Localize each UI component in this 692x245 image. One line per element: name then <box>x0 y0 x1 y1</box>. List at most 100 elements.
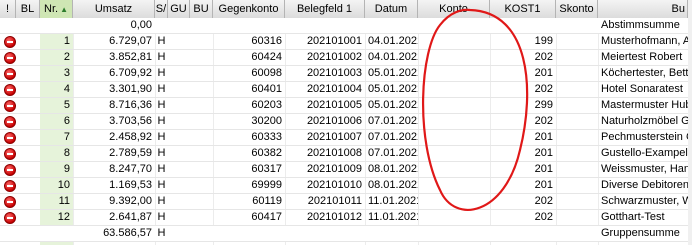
buchungstext-cell: Diverse Debitoren <box>601 179 688 191</box>
error-stop-icon[interactable] <box>4 196 16 208</box>
col-header-datum[interactable]: Datum <box>365 0 418 18</box>
gegenkonto-cell: 60317 <box>251 163 282 175</box>
nr-cell: 7 <box>63 131 70 143</box>
umsatz-cell: 6.709,92 <box>109 67 152 79</box>
error-stop-icon[interactable] <box>4 164 16 176</box>
datum-cell: 07.01.2021 <box>368 147 418 159</box>
soll-haben-cell: H <box>157 195 166 207</box>
gegenkonto-cell: 69999 <box>251 179 282 191</box>
buchungstext-cell: Mastermuster Hubert <box>601 99 688 111</box>
kost1-cell: 201 <box>534 131 553 143</box>
kost1-cell: 202 <box>534 211 553 223</box>
table-row[interactable]: 10 1.169,53 H 69999 202101010 08.01.2021 201 Di… <box>0 178 692 194</box>
col-header-gu[interactable]: GU <box>168 0 190 18</box>
datum-cell: 05.01.2021 <box>368 67 418 79</box>
kost1-cell: 201 <box>534 179 553 191</box>
table-row[interactable]: 6 3.703,56 H 30200 202101006 07.01.2021 202 Nat… <box>0 114 692 130</box>
error-stop-icon[interactable] <box>4 180 16 192</box>
datum-cell: 08.01.2021 <box>368 163 418 175</box>
error-stop-icon[interactable] <box>4 132 16 144</box>
nr-cell: 10 <box>57 179 70 191</box>
belegfeld1-cell: 202101010 <box>306 179 362 191</box>
vertical-scrollbar[interactable] <box>688 0 692 245</box>
col-header-bl[interactable]: BL <box>16 0 40 18</box>
table-row[interactable]: 4 3.301,90 H 60401 202101004 05.01.2021 202 Hot… <box>0 82 692 98</box>
gegenkonto-cell: 60203 <box>251 99 282 111</box>
sort-ascending-icon: ▲ <box>60 5 68 14</box>
buchungstext-cell: Meiertest Robert <box>601 51 683 63</box>
error-stop-icon[interactable] <box>4 52 16 64</box>
umsatz-cell: 8.247,70 <box>109 163 152 175</box>
belegfeld1-cell: 202101004 <box>306 83 362 95</box>
umsatz-cell: 0,00 <box>130 19 152 31</box>
gegenkonto-cell: 60424 <box>251 51 282 63</box>
soll-haben-cell: H <box>157 115 166 127</box>
table-row[interactable]: 8 2.789,59 H 60382 202101008 07.01.2021 201 Gus… <box>0 146 692 162</box>
col-header-nr[interactable]: Nr. ▲ <box>40 0 73 18</box>
error-stop-icon[interactable] <box>4 84 16 96</box>
table-row[interactable]: 3 6.709,92 H 60098 202101003 05.01.2021 201 Köc… <box>0 66 692 82</box>
error-stop-icon[interactable] <box>4 116 16 128</box>
buchungstext-cell: Weissmuster, Hans <box>601 163 688 175</box>
belegfeld1-cell: 202101002 <box>306 51 362 63</box>
belegfeld1-cell: 202101007 <box>306 131 362 143</box>
kost1-cell: 299 <box>534 99 553 111</box>
soll-haben-cell: H <box>157 179 166 191</box>
soll-haben-cell: H <box>157 147 166 159</box>
gegenkonto-cell: 30200 <box>251 115 282 127</box>
umsatz-cell: 3.301,90 <box>109 83 152 95</box>
col-header-skonto[interactable]: Skonto <box>556 0 598 18</box>
col-header-soll-haben[interactable]: S/ <box>155 0 168 18</box>
datum-cell: 05.01.2021 <box>368 99 418 111</box>
umsatz-cell: 63.586,57 <box>103 227 152 239</box>
datum-cell: 11.01.2021 <box>368 195 418 207</box>
nr-cell: 8 <box>63 147 70 159</box>
table-row[interactable]: 7 2.458,92 H 60333 202101007 07.01.2021 201 Pec… <box>0 130 692 146</box>
umsatz-cell: 3.703,56 <box>109 115 152 127</box>
summary-row-abstimmsumme[interactable]: 0,00 Abstimmsumme <box>0 18 692 34</box>
umsatz-cell: 6.729,07 <box>109 35 152 47</box>
gegenkonto-cell: 60401 <box>251 83 282 95</box>
col-header-gegenkonto[interactable]: Gegenkonto <box>213 0 285 18</box>
umsatz-cell: 8.716,36 <box>109 99 152 111</box>
table-row[interactable]: 12 2.641,87 H 60417 202101012 11.01.2021 202 Go… <box>0 210 692 226</box>
belegfeld1-cell: 202101011 <box>307 195 362 207</box>
table-row[interactable]: 2 3.852,81 H 60424 202101002 04.01.2021 202 Mei… <box>0 50 692 66</box>
belegfeld1-cell: 202101005 <box>306 99 362 111</box>
error-stop-icon[interactable] <box>4 148 16 160</box>
kost1-cell: 201 <box>534 67 553 79</box>
table-row[interactable]: 11 9.392,00 H 60119 202101011 11.01.2021 202 Sc… <box>0 194 692 210</box>
col-header-bu[interactable]: BU <box>190 0 213 18</box>
buchungstext-cell: Gruppensumme <box>601 227 680 239</box>
gegenkonto-cell: 60382 <box>251 147 282 159</box>
table-row[interactable]: 9 8.247,70 H 60317 202101009 08.01.2021 201 Wei… <box>0 162 692 178</box>
umsatz-cell: 9.392,00 <box>109 195 152 207</box>
nr-cell: 6 <box>63 115 70 127</box>
col-header-umsatz[interactable]: Umsatz <box>73 0 155 18</box>
belegfeld1-cell: 202101009 <box>306 163 362 175</box>
col-header-buchungstext[interactable]: Bu <box>598 0 688 18</box>
soll-haben-cell: H <box>157 35 166 47</box>
datum-cell: 11.01.2021 <box>368 211 418 223</box>
col-header-belegfeld1[interactable]: Belegfeld 1 <box>285 0 365 18</box>
table-row[interactable]: 1 6.729,07 H 60316 202101001 04.01.2021 199 Mus… <box>0 34 692 50</box>
col-header-exclamation[interactable]: ! <box>0 0 16 18</box>
nr-cell: 2 <box>63 51 70 63</box>
soll-haben-cell: H <box>157 67 166 79</box>
buchungstext-cell: Pechmusterstein Gmbh <box>601 131 688 143</box>
error-stop-icon[interactable] <box>4 100 16 112</box>
booking-grid: ! BL Nr. ▲ Umsatz S/ GU BU Gegenkonto Bel… <box>0 0 692 245</box>
datum-cell: 04.01.2021 <box>368 35 418 47</box>
col-header-konto[interactable]: Konto <box>418 0 490 18</box>
error-stop-icon[interactable] <box>4 68 16 80</box>
belegfeld1-cell: 202101008 <box>306 147 362 159</box>
umsatz-cell: 3.852,81 <box>109 51 152 63</box>
buchungstext-cell: Schwarzmuster, Walter <box>601 195 688 207</box>
error-stop-icon[interactable] <box>4 36 16 48</box>
table-row[interactable]: 5 8.716,36 H 60203 202101005 05.01.2021 299 Mas… <box>0 98 692 114</box>
col-header-kost1[interactable]: KOST1 <box>490 0 556 18</box>
error-stop-icon[interactable] <box>4 212 16 224</box>
kost1-cell: 202 <box>534 83 553 95</box>
summary-row-gruppensumme[interactable]: 63.586,57 H Gruppensumme <box>0 226 692 242</box>
datum-cell: 08.01.2021 <box>368 179 418 191</box>
